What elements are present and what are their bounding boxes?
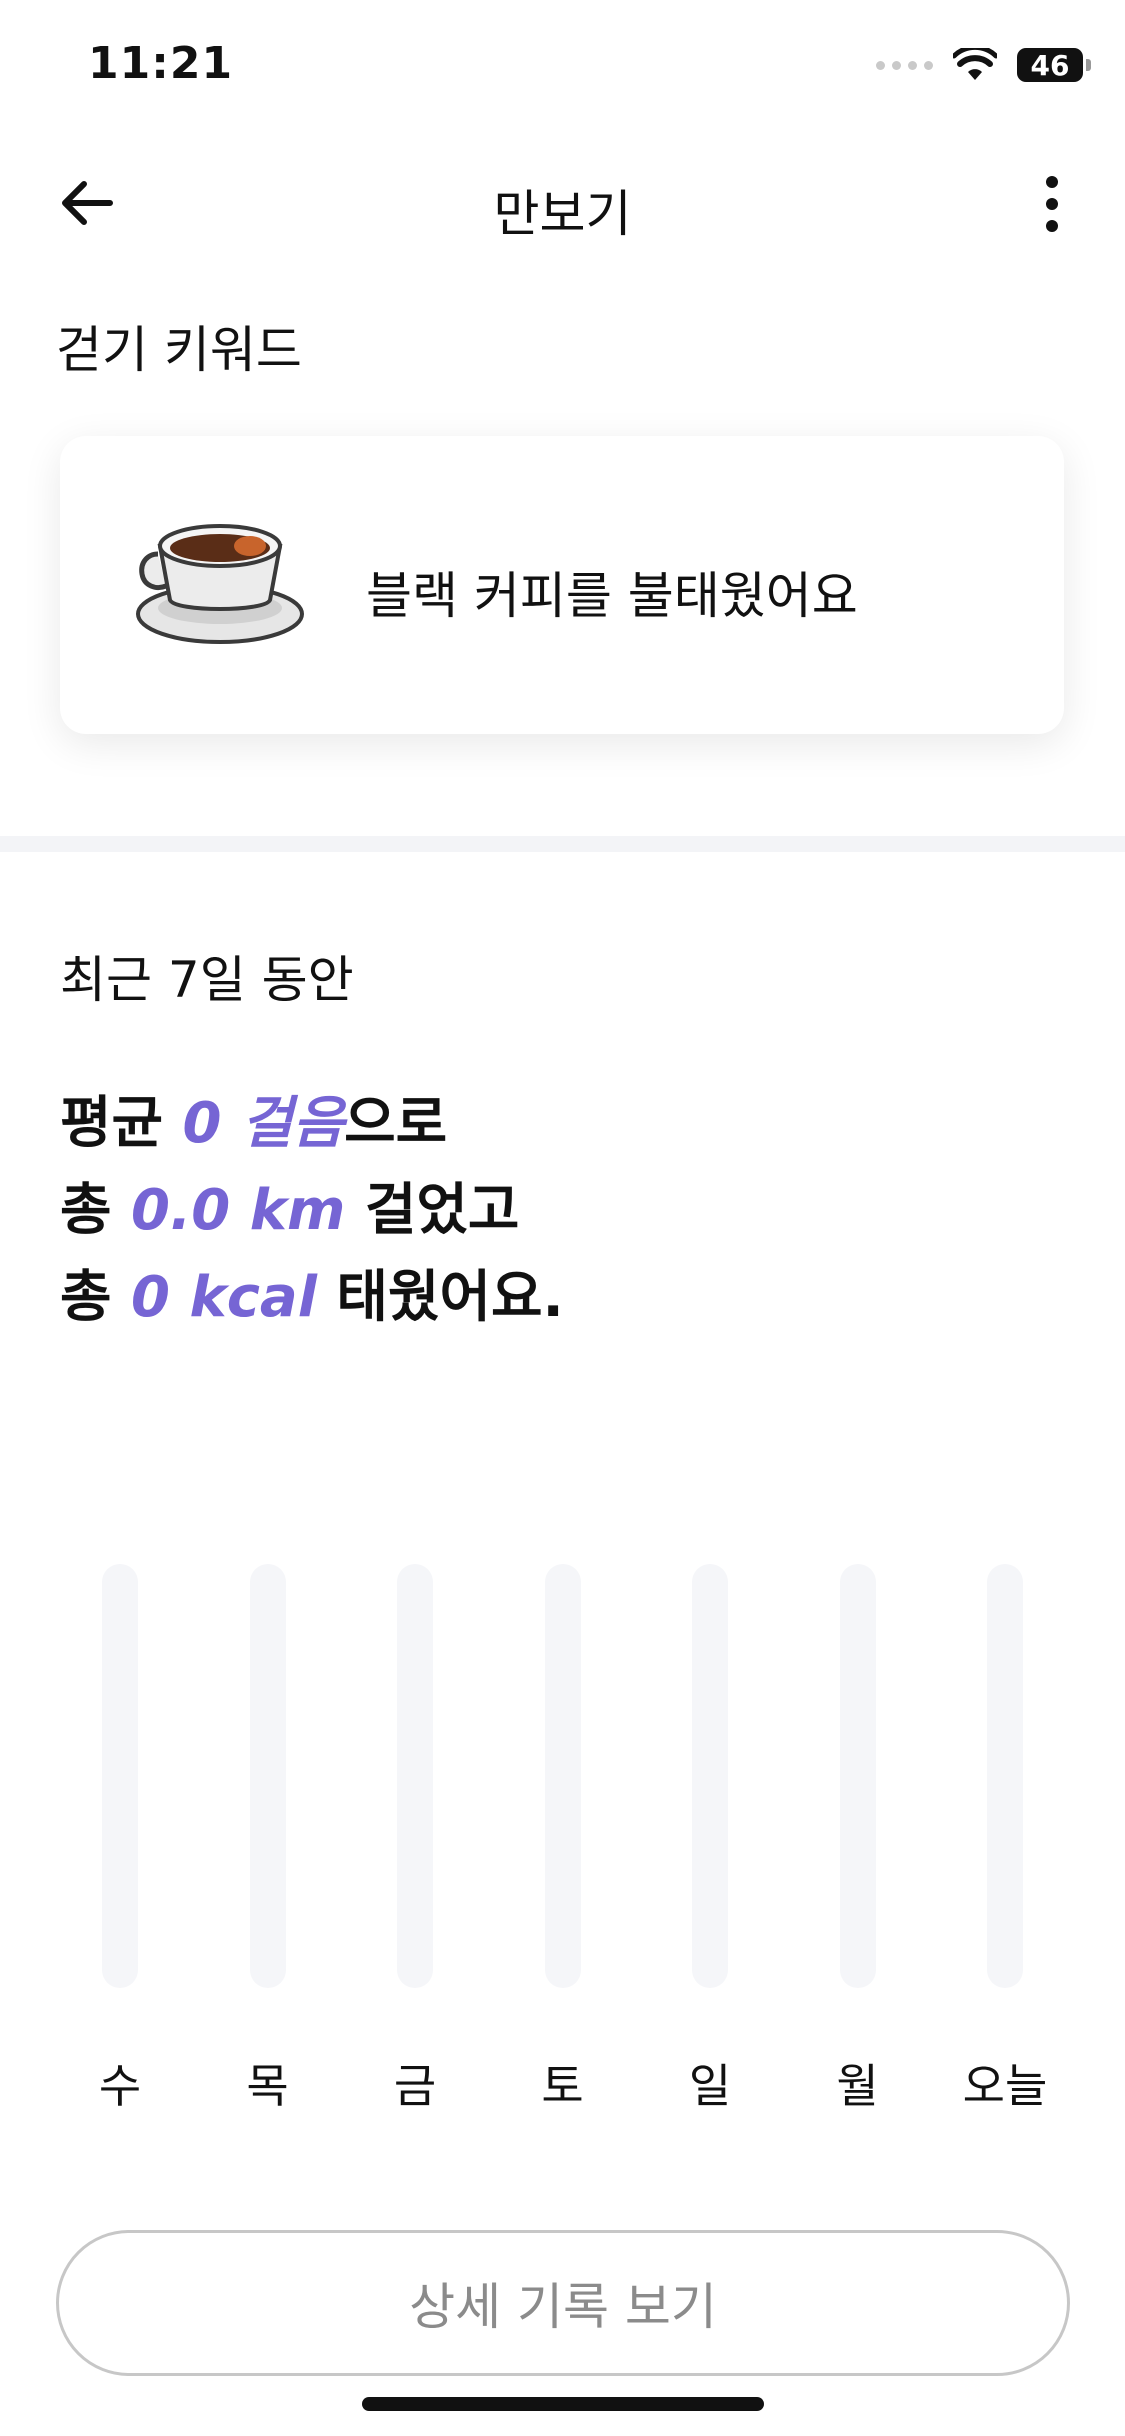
bar-label: 토 <box>541 2059 584 2113</box>
status-time: 11:21 <box>88 38 234 89</box>
page-title: 만보기 <box>493 185 632 243</box>
average-steps: 0 걸음 <box>182 1091 345 1156</box>
keyword-card: 블랙 커피를 불태웠어요 <box>60 436 1064 734</box>
bar-label: 일 <box>688 2059 732 2113</box>
bar-track <box>397 1564 433 1988</box>
signal-icon <box>876 60 933 70</box>
keyword-text: 블랙 커피를 불태웠어요 <box>366 567 858 625</box>
more-vertical-icon <box>1046 176 1058 188</box>
period-label: 최근 7일 동안 <box>60 951 354 1009</box>
section-divider <box>0 836 1125 852</box>
total-calories: 0 kcal <box>131 1265 317 1330</box>
keyword-section-label: 걷기 키워드 <box>56 321 302 379</box>
home-indicator <box>362 2397 764 2411</box>
summary-line-calories: 총 0 kcal 태웠어요. <box>60 1265 564 1330</box>
navigation-bar: 만보기 <box>0 140 1125 260</box>
status-icons: 46 <box>876 48 1091 82</box>
bar-label: 수 <box>98 2059 142 2113</box>
bar-track <box>544 1564 581 1988</box>
walking-summary: 평균 0 걸음으로 총 0.0 km 걸었고 총 0 kcal 태웠어요. <box>60 1080 564 1341</box>
bar-track <box>839 1564 876 1988</box>
bar-label: 금 <box>393 2059 437 2113</box>
bar-track <box>102 1564 138 1988</box>
summary-line-steps: 평균 0 걸음으로 <box>60 1091 448 1156</box>
status-bar: 11:21 46 <box>0 0 1125 140</box>
weekly-steps-chart: 수 목 금 토 일 월 오늘 <box>0 1560 1125 2140</box>
view-details-button[interactable]: 상세 기록 보기 <box>56 2230 1070 2376</box>
wifi-icon <box>953 48 997 80</box>
bar-label: 월 <box>836 2059 879 2113</box>
more-options-button[interactable] <box>1017 164 1087 244</box>
total-distance: 0.0 km <box>131 1178 346 1243</box>
battery-icon: 46 <box>1017 48 1091 82</box>
battery-level: 46 <box>1030 48 1070 82</box>
bar-track <box>692 1564 728 1988</box>
bar-track <box>987 1564 1023 1988</box>
coffee-cup-icon <box>136 524 304 644</box>
bar-label: 오늘 <box>962 2059 1048 2113</box>
summary-line-distance: 총 0.0 km 걸었고 <box>60 1178 520 1243</box>
bar-track <box>249 1564 286 1988</box>
bar-label: 목 <box>246 2059 289 2113</box>
